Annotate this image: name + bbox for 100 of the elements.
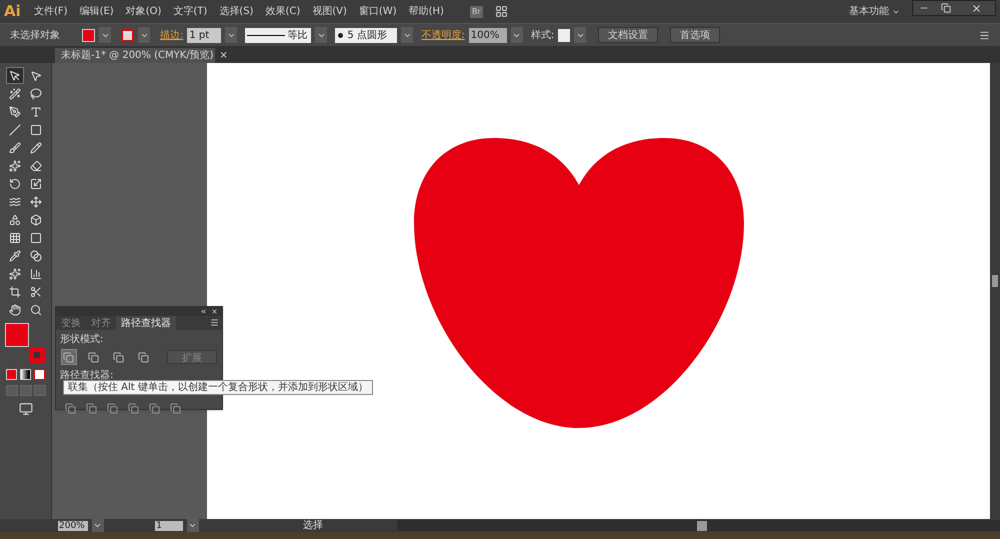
crop-icon [9, 286, 21, 298]
zoom-icon [30, 304, 42, 316]
none-button[interactable] [34, 369, 45, 380]
style-swatch[interactable] [558, 28, 570, 42]
move-icon [30, 196, 42, 208]
sparkle-icon [9, 160, 21, 172]
squares-icon [88, 352, 100, 362]
eyedropper-icon [9, 250, 21, 262]
shape-modes-label: 形状模式: [59, 332, 104, 347]
bar-chart-icon [30, 268, 42, 280]
caret-icon [93, 521, 102, 530]
color-button[interactable] [6, 369, 17, 380]
cube-icon [30, 214, 42, 226]
sparkle-icon [9, 268, 21, 280]
layout-icon[interactable] [494, 5, 508, 18]
dropdown-button[interactable] [225, 27, 238, 43]
wand-icon [9, 88, 21, 100]
eraser-icon [30, 160, 42, 172]
squares-icon[interactable] [128, 403, 139, 414]
squares-icon[interactable] [107, 403, 118, 414]
tab-close-button[interactable]: × [220, 48, 228, 63]
square-icon [30, 124, 42, 136]
close-icon[interactable] [211, 308, 218, 315]
stroke-swatch[interactable] [121, 28, 134, 42]
squares-icon [63, 352, 74, 362]
collapse-icon[interactable] [200, 308, 207, 315]
screen-mode-icon[interactable] [18, 402, 32, 416]
squares-icon[interactable] [170, 403, 181, 414]
dropdown-button[interactable] [315, 27, 328, 43]
menu-item[interactable]: 效果(C) [265, 4, 300, 19]
menu-item[interactable]: 视图(V) [312, 4, 347, 19]
menu-item[interactable]: 文件(F) [34, 4, 68, 19]
dropdown-button[interactable] [138, 27, 150, 43]
panel-menu-icon[interactable] [210, 318, 219, 327]
grid-icon [9, 232, 21, 244]
close-icon [970, 2, 982, 14]
menu-item[interactable]: 帮助(H) [408, 4, 444, 19]
lasso-icon [30, 88, 42, 100]
menu-item[interactable]: 选择(S) [219, 4, 254, 19]
wave-icon [9, 196, 21, 208]
stroke-label[interactable]: 描边: [160, 28, 184, 42]
tooltip: 联集（按住 Alt 键单击，以创建一个复合形状，并添加到形状区域） [63, 380, 373, 395]
pen-icon [9, 106, 21, 118]
scale-icon [30, 178, 42, 190]
panel-tab[interactable]: 路径查找器 [116, 316, 176, 330]
gradient-button[interactable] [20, 369, 31, 380]
shape-mode-button[interactable] [61, 349, 77, 365]
blend-icon [30, 250, 42, 262]
dot-icon [338, 32, 344, 38]
hand-icon [9, 304, 21, 316]
pointer-icon [30, 70, 42, 82]
squares-icon[interactable] [149, 403, 160, 414]
tool-button[interactable] [6, 67, 24, 84]
caret-icon [188, 521, 198, 530]
restore-icon [941, 3, 951, 13]
squares-icon[interactable] [65, 403, 76, 414]
document-title: 未标题-1* @ 200% (CMYK/预览) [61, 48, 214, 63]
squares-icon [138, 352, 150, 362]
scissors-icon [30, 286, 42, 298]
pointer-icon [9, 70, 21, 82]
toolbar-button[interactable]: 首选项 [670, 27, 720, 43]
opacity-label[interactable]: 不透明度: [421, 28, 465, 42]
dropdown-button[interactable] [510, 27, 523, 43]
toolbar-button[interactable]: 文档设置 [598, 27, 658, 43]
menu-item[interactable]: 窗口(W) [358, 4, 397, 19]
rotate-icon [9, 178, 21, 190]
dropdown-button[interactable] [401, 27, 414, 43]
page-field[interactable]: 1 [155, 520, 183, 530]
close-button[interactable] [957, 1, 995, 15]
line-icon [9, 124, 21, 136]
menu-icon[interactable] [979, 30, 990, 40]
workspace-switcher[interactable]: 基本功能 [849, 4, 900, 19]
opacity-field[interactable]: 100% [468, 28, 507, 42]
bridge-button[interactable]: Br [470, 6, 483, 18]
brush-dropdown[interactable]: 5 点圆形 [335, 28, 398, 42]
style-label: 样式: [530, 28, 554, 42]
letter-icon [30, 106, 42, 118]
pencil-icon [30, 142, 42, 154]
app-logo: Ai [4, 1, 22, 22]
shapes-icon [9, 214, 21, 226]
dropdown-button[interactable] [99, 27, 111, 43]
zoom-field[interactable]: 200% [58, 520, 88, 530]
stroke-weight-field[interactable]: 1 pt [187, 28, 222, 42]
stroke-color-swatch[interactable] [28, 347, 44, 363]
squares-icon[interactable] [86, 403, 97, 414]
square-icon [30, 232, 42, 244]
brush-icon [9, 142, 21, 154]
menu-item[interactable]: 文字(T) [173, 4, 208, 19]
squares-icon [113, 352, 124, 362]
fill-color-swatch[interactable] [4, 323, 28, 347]
status-tool: 选择 [302, 520, 323, 532]
horizontal-scrollbar[interactable] [396, 520, 1000, 531]
vertical-scrollbar[interactable] [990, 63, 1000, 519]
selection-status: 未选择对象 [10, 28, 61, 42]
dropdown-button[interactable] [574, 27, 586, 43]
pathfinders-label: 路径查找器: [59, 368, 114, 382]
menu-item[interactable]: 对象(O) [126, 4, 162, 19]
fill-swatch[interactable] [82, 28, 95, 42]
stroke-profile-dropdown[interactable]: 等比 [245, 28, 312, 42]
menu-item[interactable]: 编辑(E) [80, 4, 114, 19]
